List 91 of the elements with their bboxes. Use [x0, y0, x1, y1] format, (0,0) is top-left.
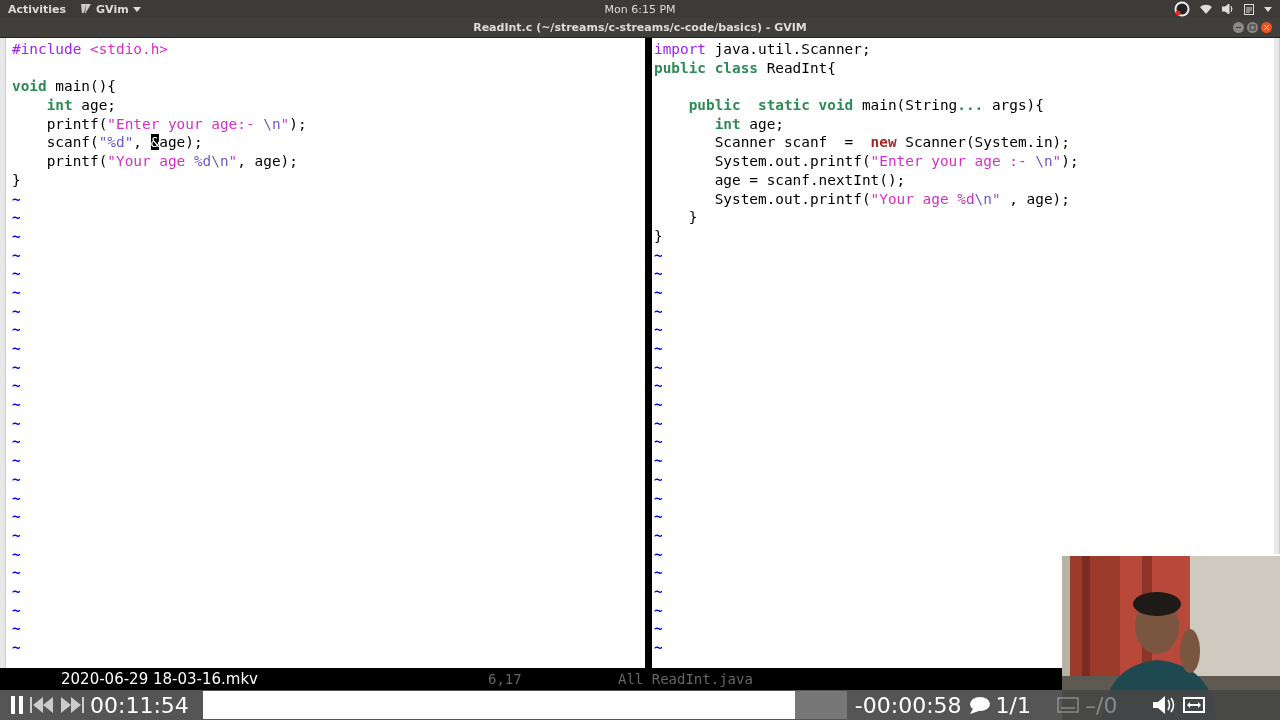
file-name: 2020-06-29 18-03-16.mkv [61, 669, 258, 690]
empty-line-marker: ~ [654, 395, 664, 414]
chat-count: 1/1 [995, 692, 1031, 718]
empty-line-marker: ~ [654, 357, 664, 377]
recording-icon[interactable] [1174, 1, 1190, 17]
empty-line-marker: ~ [654, 320, 664, 339]
code-line: } [12, 170, 22, 190]
code-line: printf("Enter your age:- \n"); [45, 114, 307, 134]
scrollbar[interactable] [0, 38, 6, 668]
empty-line-marker: ~ [654, 339, 664, 358]
code-line: int age; [45, 96, 117, 115]
code-line: public static void main(String... args){ [687, 96, 1045, 115]
empty-line-marker: ~ [654, 563, 664, 582]
empty-line-marker: ~ [12, 282, 22, 302]
empty-line-marker: ~ [12, 245, 22, 265]
close-button[interactable] [1261, 22, 1272, 33]
fullscreen-icon[interactable] [1183, 697, 1206, 713]
pause-icon[interactable] [10, 696, 24, 714]
empty-line-marker: ~ [12, 395, 22, 414]
window-title: ReadInt.c (~/streams/c-streams/c-code/basics) - GVIM [473, 21, 807, 34]
scrollbar[interactable] [1274, 38, 1280, 554]
code-line: System.out.printf("Your age %d\n" , age); [713, 189, 1071, 209]
empty-line-marker: ~ [654, 600, 664, 620]
minimize-button[interactable] [1233, 22, 1244, 33]
empty-line-marker: ~ [654, 544, 664, 564]
caret-icon[interactable] [1264, 6, 1272, 12]
cursor-position: 6,17 [488, 670, 522, 689]
subtitles-count: –/0 [1084, 692, 1118, 718]
empty-line-marker: ~ [12, 357, 22, 377]
empty-line-marker: ~ [12, 451, 22, 470]
code-line: } [654, 226, 664, 246]
next-icon[interactable] [60, 697, 84, 713]
volume-icon[interactable] [1222, 4, 1234, 14]
code-line: } [687, 208, 699, 227]
empty-line-marker: ~ [654, 469, 664, 489]
empty-line-marker: ~ [654, 413, 664, 433]
empty-line-marker: ~ [654, 282, 664, 302]
code-line: public class ReadInt{ [654, 58, 837, 78]
previous-icon[interactable] [30, 697, 54, 713]
empty-line-marker: ~ [654, 432, 664, 452]
empty-line-marker: ~ [12, 432, 22, 452]
code-line: System.out.printf("Enter your age :- \n"); [713, 152, 1079, 171]
empty-line-marker: ~ [12, 264, 22, 283]
empty-line-marker: ~ [654, 264, 664, 283]
empty-line-marker: ~ [654, 245, 664, 265]
empty-line-marker: ~ [12, 376, 22, 396]
app-menu[interactable]: GVim [80, 2, 141, 16]
activities-button[interactable]: Activities [8, 2, 67, 16]
code-line: int age; [713, 114, 785, 134]
empty-line-marker: ~ [12, 638, 22, 657]
empty-line-marker: ~ [654, 376, 664, 396]
caret-icon [132, 6, 141, 12]
code-line: void main(){ [12, 77, 117, 97]
empty-line-marker: ~ [12, 563, 22, 582]
clock[interactable]: Mon 6:15 PM [604, 2, 676, 16]
empty-line-marker: ~ [654, 619, 664, 638]
code-line: scanf("%d", &age); [45, 133, 204, 153]
code-line: Scanner scanf = new Scanner(System.in); [713, 133, 1071, 153]
empty-line-marker: ~ [12, 413, 22, 433]
empty-line-marker: ~ [654, 301, 664, 321]
empty-line-marker: ~ [12, 339, 22, 358]
empty-line-marker: ~ [12, 320, 22, 339]
empty-line-marker: ~ [12, 619, 22, 638]
elapsed-time: 00:11:54 [90, 692, 189, 718]
empty-line-marker: ~ [654, 581, 664, 601]
empty-line-marker: ~ [12, 301, 22, 321]
empty-line-marker: ~ [12, 507, 22, 526]
empty-line-marker: ~ [12, 469, 22, 489]
empty-line-marker: ~ [12, 488, 22, 508]
empty-line-marker: ~ [12, 581, 22, 601]
file-status: All ReadInt.java [618, 670, 753, 689]
empty-line-marker: ~ [12, 600, 22, 620]
empty-line-marker: ~ [654, 525, 664, 545]
empty-line-marker: ~ [654, 451, 664, 470]
empty-line-marker: ~ [12, 525, 22, 545]
code-line: #include <stdio.h> [12, 40, 169, 59]
empty-line-marker: ~ [654, 507, 664, 526]
code-line: age = scanf.nextInt(); [713, 170, 907, 190]
empty-line-marker: ~ [654, 488, 664, 508]
empty-line-marker: ~ [12, 226, 22, 246]
wifi-icon[interactable] [1200, 4, 1212, 14]
empty-line-marker: ~ [12, 208, 22, 227]
empty-line-marker: ~ [12, 189, 22, 209]
gvim-icon [80, 3, 93, 15]
code-line: printf("Your age %d\n", age); [45, 152, 299, 171]
remaining-time: -00:00:58 [854, 692, 962, 718]
empty-line-marker: ~ [12, 544, 22, 564]
clipboard-icon[interactable] [1244, 3, 1254, 15]
empty-line-marker: ~ [654, 638, 664, 657]
code-line: import java.util.Scanner; [654, 40, 872, 59]
chat-icon[interactable] [967, 696, 990, 714]
